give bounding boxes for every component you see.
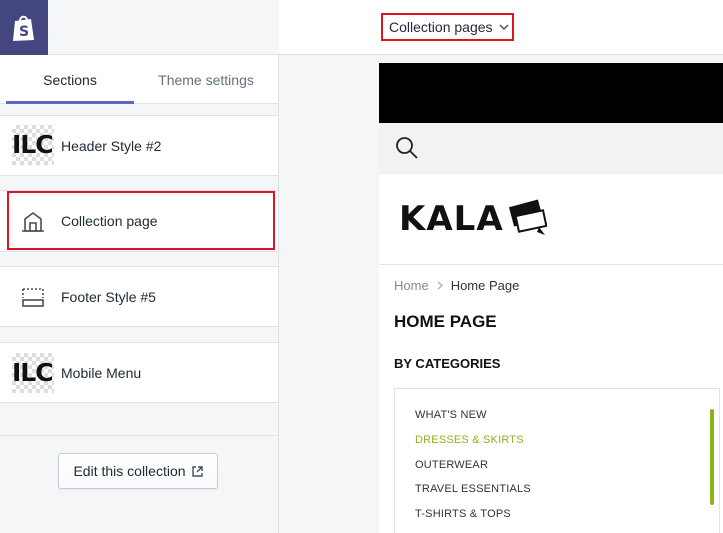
edit-collection-area: Edit this collection <box>0 435 278 533</box>
store-preview: KALA Home Home Page HOME PAGE BY CATEGOR… <box>379 63 723 533</box>
sidebar-tabs: Sections Theme settings <box>0 55 278 104</box>
shopify-bag-icon: S <box>13 15 34 41</box>
category-link[interactable]: TRAVEL ESSENTIALS <box>415 483 531 495</box>
category-link[interactable]: WHAT'S NEW <box>415 409 487 421</box>
sidebar-topbar: S <box>0 0 279 55</box>
breadcrumb-home[interactable]: Home <box>394 278 429 293</box>
breadcrumb-current: Home Page <box>450 278 520 293</box>
scrollbar[interactable] <box>710 409 714 505</box>
section-item-label: Header Style #2 <box>61 137 162 154</box>
divider <box>379 264 723 265</box>
section-item-label: Footer Style #5 <box>61 288 156 305</box>
chevron-down-icon <box>499 24 509 31</box>
tab-sections[interactable]: Sections <box>6 55 134 104</box>
category-link[interactable]: DRESSES & SKIRTS <box>415 434 524 446</box>
category-link[interactable]: OUTERWEAR <box>415 459 488 471</box>
preview-topbar: Collection pages <box>279 0 723 55</box>
section-item-collection-page[interactable]: Collection page <box>0 190 278 252</box>
logo-badge-icon <box>509 199 547 235</box>
shopify-logo[interactable]: S <box>0 0 48 55</box>
announcement-bar <box>379 63 723 123</box>
breadcrumb: Home Home Page <box>394 278 519 293</box>
footer-layout-icon <box>22 288 44 307</box>
external-link-icon <box>191 465 203 477</box>
section-item-label: Collection page <box>61 213 158 229</box>
edit-collection-button[interactable]: Edit this collection <box>58 453 218 489</box>
category-link[interactable]: T-SHIRTS & TOPS <box>415 508 511 520</box>
section-item-header[interactable]: ILC Header Style #2 <box>0 115 278 176</box>
section-item-footer[interactable]: Footer Style #5 <box>0 266 278 327</box>
search-bar <box>379 123 723 174</box>
chevron-right-icon <box>437 279 443 293</box>
svg-text:S: S <box>19 24 29 40</box>
tab-theme-settings[interactable]: Theme settings <box>140 55 272 104</box>
store-logo[interactable]: KALA <box>399 199 559 241</box>
search-icon[interactable] <box>395 136 419 160</box>
header-thumbnail-icon: ILC <box>12 125 54 165</box>
theme-editor: S Sections Theme settings ILC Header Sty… <box>0 0 723 533</box>
section-item-mobile-menu[interactable]: ILC Mobile Menu <box>0 342 278 403</box>
page-title: HOME PAGE <box>394 312 497 331</box>
collection-page-icon <box>22 212 44 232</box>
mobile-menu-thumbnail-icon: ILC <box>12 353 54 393</box>
section-item-label: Mobile Menu <box>61 364 142 381</box>
page-type-select[interactable]: Collection pages <box>381 13 514 41</box>
categories-heading: BY CATEGORIES <box>394 356 501 371</box>
categories-list: WHAT'S NEW DRESSES & SKIRTS OUTERWEAR TR… <box>394 388 720 533</box>
